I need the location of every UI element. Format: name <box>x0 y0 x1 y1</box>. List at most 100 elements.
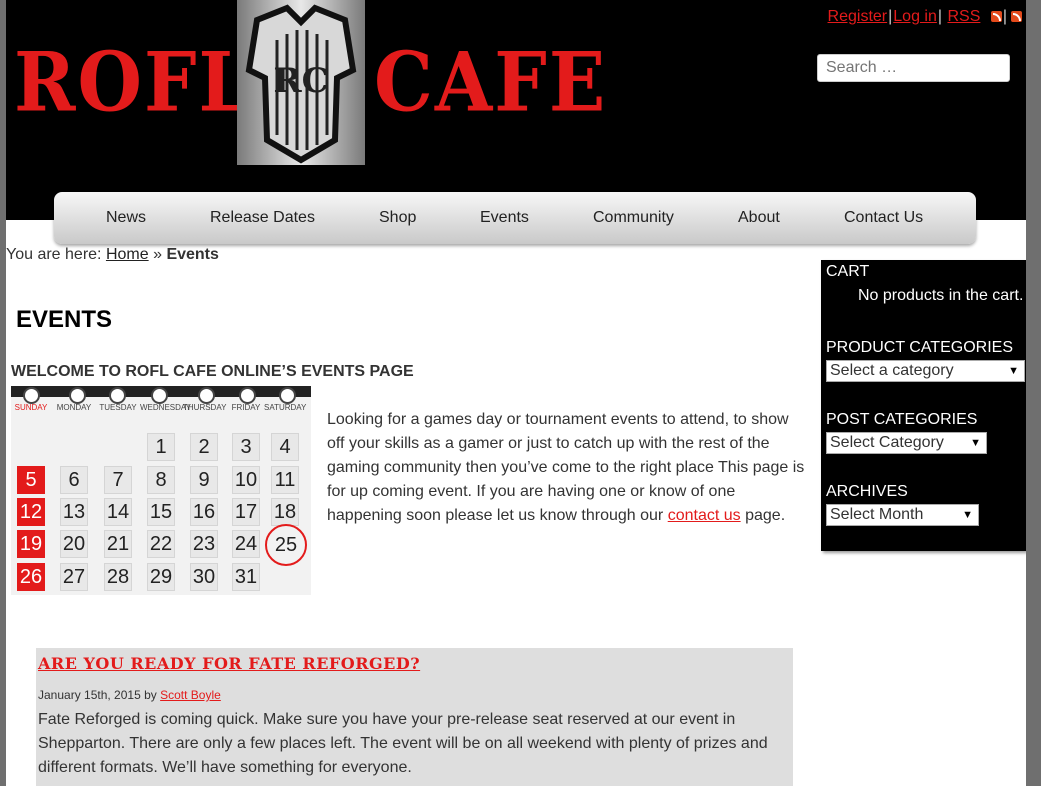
emblem-monogram: RC <box>273 61 328 101</box>
calendar-day: 13 <box>60 498 88 526</box>
calendar-day: 20 <box>60 530 88 558</box>
archives-value: Select Month <box>830 506 924 523</box>
logo-emblem[interactable]: RC <box>237 0 365 165</box>
calendar-day: 16 <box>190 498 218 526</box>
post-excerpt: Fate Reforged is coming quick. Make sure… <box>38 711 768 776</box>
calendar-day: 28 <box>104 563 132 591</box>
nav-item-contact-us[interactable]: Contact Us <box>844 209 923 227</box>
login-link[interactable]: Log in <box>893 8 937 25</box>
calendar-day: 27 <box>60 563 88 591</box>
calendar-day: 15 <box>147 498 175 526</box>
calendar-day: 1 <box>147 433 175 461</box>
calendar-day: 14 <box>104 498 132 526</box>
rss-icon[interactable] <box>990 11 1002 23</box>
breadcrumb-separator: » <box>153 246 162 263</box>
post-categories-value: Select Category <box>830 434 944 451</box>
separator: | <box>1002 8 1007 25</box>
intro-paragraph: Looking for a games day or tournament ev… <box>327 408 807 528</box>
dropdown-arrow-icon: ▼ <box>1008 365 1019 377</box>
calendar-ring <box>69 387 86 404</box>
post-meta: January 15th, 2015 by Scott Boyle <box>38 688 221 702</box>
calendar-day: 6 <box>60 466 88 494</box>
calendar-day: 7 <box>104 466 132 494</box>
post-author-link[interactable]: Scott Boyle <box>160 688 221 702</box>
register-link[interactable]: Register <box>828 8 888 25</box>
calendar-day: 8 <box>147 466 175 494</box>
calendar-day: 21 <box>104 530 132 558</box>
contact-us-link[interactable]: contact us <box>668 507 741 524</box>
nav-item-community[interactable]: Community <box>593 209 674 227</box>
calendar-day: 29 <box>147 563 175 591</box>
calendar-day: 12 <box>17 498 45 526</box>
calendar-day-header: SUNDAY <box>14 403 48 412</box>
site-header: ROFL RC CAFE Register|Log in| RSS | <box>6 0 1026 220</box>
calendar-day: 26 <box>17 563 45 591</box>
cart-heading: CART <box>826 263 870 280</box>
intro-text-end: page. <box>745 507 786 524</box>
nav-item-shop[interactable]: Shop <box>379 209 416 227</box>
separator: | <box>888 8 893 25</box>
post-date: January 15th, 2015 <box>38 688 141 702</box>
calendar-day-header: MONDAY <box>56 403 92 412</box>
nav-item-release-dates[interactable]: Release Dates <box>210 209 315 227</box>
breadcrumb: You are here: Home » Events <box>6 246 219 264</box>
nav-item-about[interactable]: About <box>738 209 780 227</box>
calendar-day: 17 <box>232 498 260 526</box>
calendar-day: 19 <box>17 530 45 558</box>
page-title: EVENTS <box>16 306 113 333</box>
archives-heading: ARCHIVES <box>826 483 908 500</box>
calendar-ring <box>109 387 126 404</box>
post-card: ARE YOU READY FOR FATE REFORGED? January… <box>36 648 793 786</box>
account-links: Register|Log in| RSS | <box>828 8 1022 26</box>
calendar-day: 4 <box>271 433 299 461</box>
rss-link[interactable]: RSS <box>947 8 980 25</box>
rss-comments-icon[interactable] <box>1011 11 1022 23</box>
calendar-day-header: WEDNESDAY <box>140 403 191 412</box>
breadcrumb-home-link[interactable]: Home <box>106 246 149 263</box>
archives-select[interactable]: Select Month ▼ <box>826 504 979 526</box>
jersey-emblem-icon: RC <box>245 4 357 164</box>
product-categories-value: Select a category <box>830 362 954 379</box>
calendar-ring <box>279 387 296 404</box>
nav-item-news[interactable]: News <box>106 209 146 227</box>
calendar-day: 18 <box>271 498 299 526</box>
calendar-day: 30 <box>190 563 218 591</box>
post-categories-heading: POST CATEGORIES <box>826 411 978 428</box>
post-title-link[interactable]: ARE YOU READY FOR FATE REFORGED? <box>38 654 420 673</box>
calendar-day-header: SATURDAY <box>264 403 307 412</box>
calendar-day: 23 <box>190 530 218 558</box>
calendar-day: 3 <box>232 433 260 461</box>
post-categories-select[interactable]: Select Category ▼ <box>826 432 987 454</box>
calendar-day: 11 <box>271 466 299 494</box>
calendar-ring <box>239 387 256 404</box>
search-input[interactable] <box>817 54 1010 82</box>
logo-text-rofl[interactable]: ROFL <box>14 42 253 123</box>
cart-empty-message: No products in the cart. <box>858 287 1024 304</box>
calendar-ring <box>23 387 40 404</box>
separator: | <box>937 8 943 25</box>
sidebar: CART No products in the cart. PRODUCT CA… <box>821 260 1026 551</box>
welcome-heading: WELCOME TO ROFL CAFE ONLINE’S EVENTS PAG… <box>11 363 414 380</box>
calendar-image: SUNDAY MONDAY TUESDAY WEDNESDAY THURSDAY FRID… <box>11 386 311 595</box>
dropdown-arrow-icon: ▼ <box>962 509 973 521</box>
post-by: by <box>144 688 157 702</box>
calendar-day: 25 <box>265 524 307 566</box>
breadcrumb-current: Events <box>166 246 219 263</box>
calendar-day-header: FRIDAY <box>231 403 261 412</box>
calendar-day: 9 <box>190 466 218 494</box>
product-categories-heading: PRODUCT CATEGORIES <box>826 339 1013 356</box>
nav-item-events[interactable]: Events <box>480 209 529 227</box>
calendar-day: 22 <box>147 530 175 558</box>
dropdown-arrow-icon: ▼ <box>970 437 981 449</box>
calendar-ring <box>151 387 168 404</box>
calendar-day: 2 <box>190 433 218 461</box>
breadcrumb-prefix: You are here: <box>6 246 102 263</box>
calendar-day-header: TUESDAY <box>99 403 137 412</box>
calendar-day-header: THURSDAY <box>183 403 227 412</box>
logo-text-cafe[interactable]: CAFE <box>374 42 607 123</box>
product-categories-select[interactable]: Select a category ▼ <box>826 360 1025 382</box>
page: ROFL RC CAFE Register|Log in| RSS | News… <box>6 0 1026 786</box>
calendar-day: 10 <box>232 466 260 494</box>
calendar-day: 5 <box>17 466 45 494</box>
main-navigation: News Release Dates Shop Events Community… <box>54 192 976 244</box>
